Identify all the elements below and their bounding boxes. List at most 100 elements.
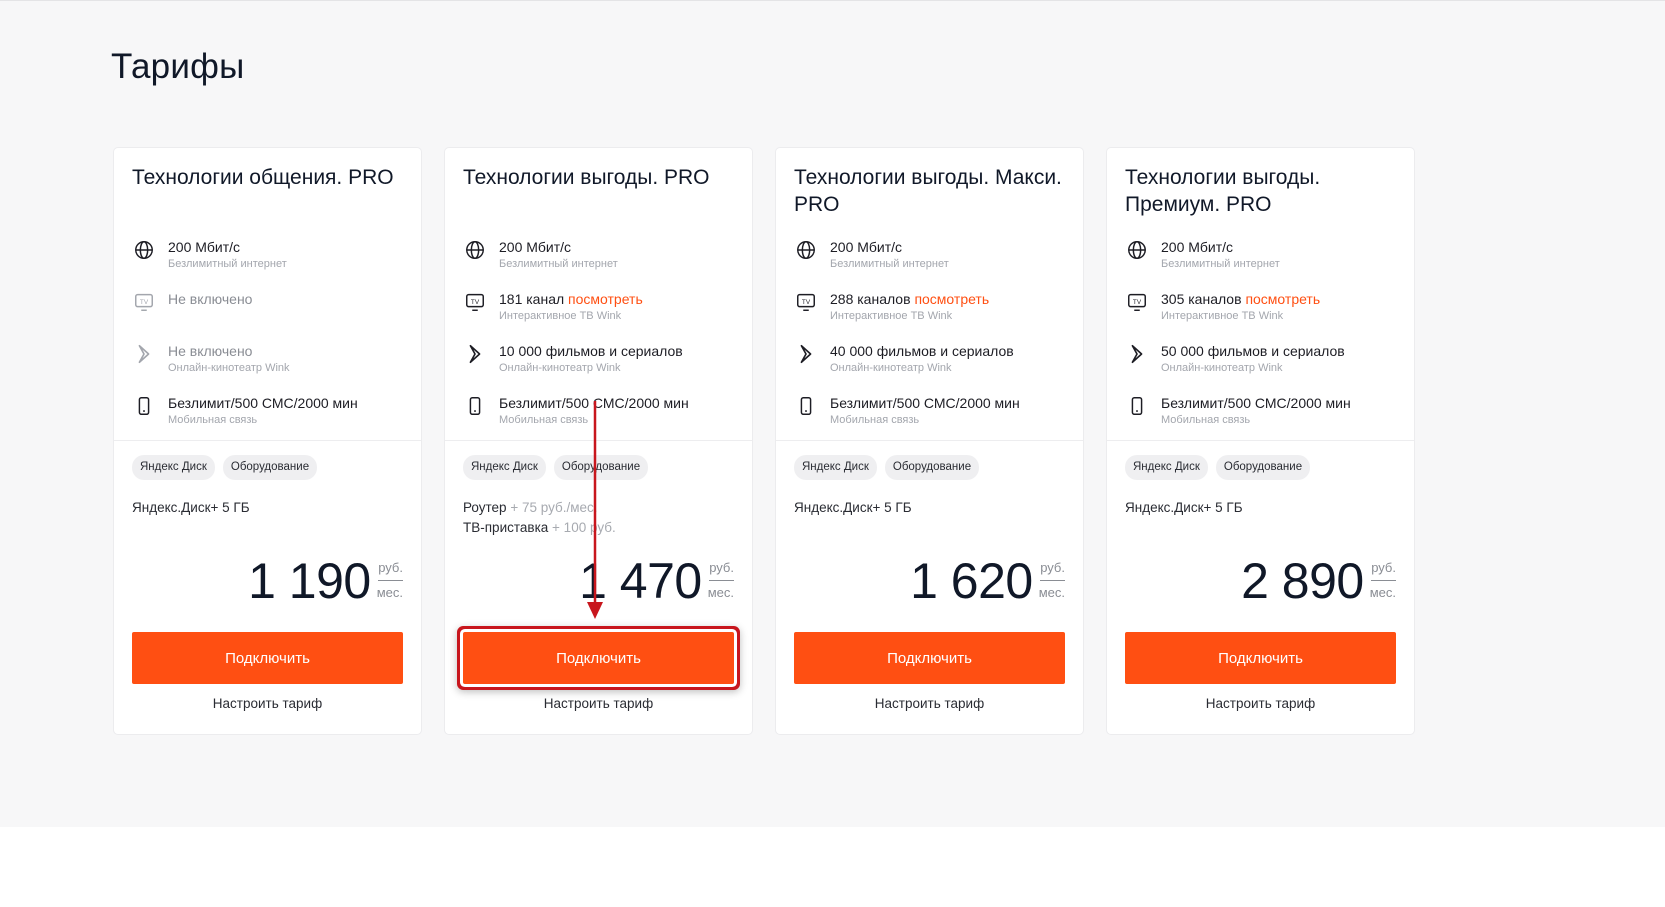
- tariff-extras: Яндекс.Диск+ 5 ГБ: [794, 498, 912, 518]
- configure-tariff-link[interactable]: Настроить тариф: [445, 696, 752, 711]
- tariff-price: 1 190 руб. мес.: [248, 553, 403, 609]
- channel-count: 181 канал: [499, 291, 565, 307]
- feature-mobile: Безлимит/500 СМС/2000 мин Мобильная связ…: [1125, 392, 1410, 436]
- wink-icon: [132, 342, 156, 366]
- feature-internet: 200 Мбит/с Безлимитный интернет: [1125, 236, 1410, 280]
- tv-icon: TV: [794, 290, 818, 314]
- feature-value: 200 Мбит/с: [830, 239, 903, 255]
- feature-tv: TV Не включено: [132, 288, 417, 332]
- globe-icon: [132, 238, 156, 262]
- page-title: Тарифы: [111, 47, 245, 86]
- tag-equipment[interactable]: Оборудование: [1215, 455, 1311, 480]
- connect-button[interactable]: Подключить: [1125, 632, 1396, 684]
- svg-text:TV: TV: [802, 299, 811, 306]
- tariff-extras: Яндекс.Диск+ 5 ГБ: [1125, 498, 1243, 518]
- feature-value: Безлимит/500 СМС/2000 мин: [1161, 395, 1351, 411]
- feature-caption: Интерактивное ТВ Wink: [830, 310, 953, 322]
- tag-yandex-disk[interactable]: Яндекс Диск: [1125, 455, 1208, 480]
- tag-yandex-disk[interactable]: Яндекс Диск: [794, 455, 877, 480]
- tv-icon: TV: [132, 290, 156, 314]
- view-channels-link[interactable]: посмотреть: [914, 291, 989, 307]
- divider: [1107, 440, 1414, 441]
- feature-caption: Интерактивное ТВ Wink: [499, 310, 622, 322]
- feature-value: Безлимит/500 СМС/2000 мин: [830, 395, 1020, 411]
- wink-icon: [1125, 342, 1149, 366]
- tariff-title: Технологии выгоды. Макси. PRO: [794, 166, 1062, 216]
- feature-tv: TV 288 каналов посмотреть Интерактивное …: [794, 288, 1079, 332]
- configure-tariff-link[interactable]: Настроить тариф: [776, 696, 1083, 711]
- tag-yandex-disk[interactable]: Яндекс Диск: [132, 455, 215, 480]
- feature-value: 288 каналов посмотреть: [830, 291, 989, 307]
- feature-caption: Онлайн-кинотеатр Wink: [168, 362, 290, 374]
- connect-button[interactable]: Подключить: [132, 632, 403, 684]
- feature-cinema: 40 000 фильмов и сериалов Онлайн-кинотеа…: [794, 340, 1079, 384]
- price-currency: руб.: [709, 560, 734, 581]
- configure-tariff-link[interactable]: Настроить тариф: [1107, 696, 1414, 711]
- phone-icon: [1125, 394, 1149, 418]
- tag-equipment[interactable]: Оборудование: [222, 455, 318, 480]
- svg-text:TV: TV: [471, 299, 480, 306]
- tariff-card-vygody-pro: Технологии выгоды. PRO 200 Мбит/с Безлим…: [445, 148, 752, 734]
- connect-button[interactable]: Подключить: [463, 632, 734, 684]
- channel-count: 288 каналов: [830, 291, 911, 307]
- price-period: мес.: [1038, 585, 1065, 600]
- feature-caption: Безлимитный интернет: [499, 258, 618, 270]
- price-period: мес.: [376, 585, 403, 600]
- view-channels-link[interactable]: посмотреть: [568, 291, 643, 307]
- globe-icon: [1125, 238, 1149, 262]
- tariff-price: 2 890 руб. мес.: [1241, 553, 1396, 609]
- tariff-price: 1 470 руб. мес.: [579, 553, 734, 609]
- view-channels-link[interactable]: посмотреть: [1245, 291, 1320, 307]
- feature-caption: Онлайн-кинотеатр Wink: [830, 362, 952, 374]
- feature-caption: Мобильная связь: [168, 414, 258, 426]
- feature-tv: TV 181 канал посмотреть Интерактивное ТВ…: [463, 288, 748, 332]
- feature-value: 40 000 фильмов и сериалов: [830, 343, 1014, 359]
- feature-cinema: Не включено Онлайн-кинотеатр Wink: [132, 340, 417, 384]
- tag-equipment[interactable]: Оборудование: [553, 455, 649, 480]
- phone-icon: [132, 394, 156, 418]
- feature-tv: TV 305 каналов посмотреть Интерактивное …: [1125, 288, 1410, 332]
- tag-list: Яндекс Диск Оборудование: [132, 455, 318, 480]
- wink-icon: [463, 342, 487, 366]
- phone-icon: [794, 394, 818, 418]
- tag-yandex-disk[interactable]: Яндекс Диск: [463, 455, 546, 480]
- extra-line: Яндекс.Диск+ 5 ГБ: [132, 500, 250, 515]
- tariff-card-vygody-maksi-pro: Технологии выгоды. Макси. PRO 200 Мбит/с…: [776, 148, 1083, 734]
- feature-value: 200 Мбит/с: [168, 239, 241, 255]
- feature-caption: Онлайн-кинотеатр Wink: [1161, 362, 1283, 374]
- extra-line: Яндекс.Диск+ 5 ГБ: [794, 500, 912, 515]
- page-footer-area: [0, 827, 1665, 907]
- feature-internet: 200 Мбит/с Безлимитный интернет: [794, 236, 1079, 280]
- extra-price: + 75 руб./мес.: [510, 500, 598, 515]
- divider: [445, 440, 752, 441]
- divider: [114, 440, 421, 441]
- tariff-card-obshcheniya-pro: Технологии общения. PRO 200 Мбит/с Безли…: [114, 148, 421, 734]
- feature-cinema: 10 000 фильмов и сериалов Онлайн-кинотеа…: [463, 340, 748, 384]
- feature-value: 10 000 фильмов и сериалов: [499, 343, 683, 359]
- svg-text:TV: TV: [140, 299, 149, 306]
- feature-mobile: Безлимит/500 СМС/2000 мин Мобильная связ…: [794, 392, 1079, 436]
- extra-line-router: Роутер + 75 руб./мес.: [463, 498, 616, 518]
- feature-caption: Безлимитный интернет: [168, 258, 287, 270]
- extra-line-tv-box: ТВ-приставка + 100 руб.: [463, 518, 616, 538]
- price-amount: 1 470: [579, 553, 702, 609]
- tariff-title: Технологии общения. PRO: [132, 166, 394, 189]
- feature-value: Не включено: [168, 291, 253, 307]
- tariff-title: Технологии выгоды. PRO: [463, 166, 710, 189]
- tag-list: Яндекс Диск Оборудование: [1125, 455, 1311, 480]
- feature-caption: Мобильная связь: [499, 414, 589, 426]
- price-unit: руб. мес.: [1039, 560, 1065, 601]
- connect-button[interactable]: Подключить: [794, 632, 1065, 684]
- price-unit: руб. мес.: [377, 560, 403, 601]
- svg-text:TV: TV: [1133, 299, 1142, 306]
- tariff-card-vygody-premium-pro: Технологии выгоды. Премиум. PRO 200 Мбит…: [1107, 148, 1414, 734]
- tv-icon: TV: [463, 290, 487, 314]
- feature-mobile: Безлимит/500 СМС/2000 мин Мобильная связ…: [463, 392, 748, 436]
- price-amount: 2 890: [1241, 553, 1364, 609]
- tariff-title: Технологии выгоды. Премиум. PRO: [1125, 166, 1321, 216]
- phone-icon: [463, 394, 487, 418]
- tag-equipment[interactable]: Оборудование: [884, 455, 980, 480]
- configure-tariff-link[interactable]: Настроить тариф: [114, 696, 421, 711]
- price-period: мес.: [707, 585, 734, 600]
- price-currency: руб.: [1040, 560, 1065, 581]
